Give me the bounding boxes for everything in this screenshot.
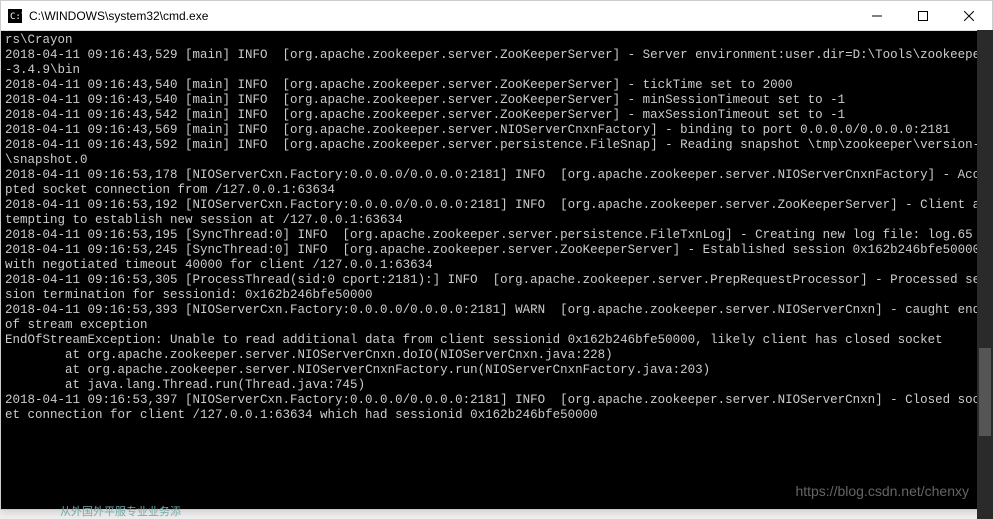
svg-text:C:\: C:\ [10, 12, 22, 22]
terminal-output[interactable]: rs\Crayon2018-04-11 09:16:43,529 [main] … [1, 31, 992, 509]
log-line: 2018-04-11 09:16:43,592 [main] INFO [org… [5, 138, 988, 168]
log-line: 2018-04-11 09:16:43,569 [main] INFO [org… [5, 123, 988, 138]
cmd-window: C:\ C:\WINDOWS\system32\cmd.exe rs\Crayo… [0, 0, 993, 510]
log-line: 2018-04-11 09:16:43,542 [main] INFO [org… [5, 108, 988, 123]
log-line: 2018-04-11 09:16:53,397 [NIOServerCxn.Fa… [5, 393, 988, 423]
log-line: 2018-04-11 09:16:53,195 [SyncThread:0] I… [5, 228, 988, 243]
scrollbar-thumb[interactable] [979, 348, 991, 436]
log-line: 2018-04-11 09:16:43,529 [main] INFO [org… [5, 48, 988, 78]
bottom-hint: 从外国外平服专业业务添 [60, 503, 181, 519]
log-line: at org.apache.zookeeper.server.NIOServer… [5, 348, 988, 363]
maximize-button[interactable] [900, 1, 946, 30]
log-line: 2018-04-11 09:16:53,305 [ProcessThread(s… [5, 273, 988, 303]
log-line: rs\Crayon [5, 33, 988, 48]
window-controls [854, 1, 992, 30]
log-line: at java.lang.Thread.run(Thread.java:745) [5, 378, 988, 393]
titlebar[interactable]: C:\ C:\WINDOWS\system32\cmd.exe [1, 1, 992, 31]
cmd-icon: C:\ [7, 8, 23, 24]
log-line: at org.apache.zookeeper.server.NIOServer… [5, 363, 988, 378]
log-line: 2018-04-11 09:16:43,540 [main] INFO [org… [5, 93, 988, 108]
scrollbar[interactable] [977, 30, 993, 519]
close-button[interactable] [946, 1, 992, 30]
log-line: EndOfStreamException: Unable to read add… [5, 333, 988, 348]
window-title: C:\WINDOWS\system32\cmd.exe [29, 9, 854, 23]
minimize-button[interactable] [854, 1, 900, 30]
log-line: 2018-04-11 09:16:43,540 [main] INFO [org… [5, 78, 988, 93]
log-line: 2018-04-11 09:16:53,178 [NIOServerCxn.Fa… [5, 168, 988, 198]
log-line: 2018-04-11 09:16:53,245 [SyncThread:0] I… [5, 243, 988, 273]
log-line: 2018-04-11 09:16:53,192 [NIOServerCxn.Fa… [5, 198, 988, 228]
log-line: 2018-04-11 09:16:53,393 [NIOServerCxn.Fa… [5, 303, 988, 333]
